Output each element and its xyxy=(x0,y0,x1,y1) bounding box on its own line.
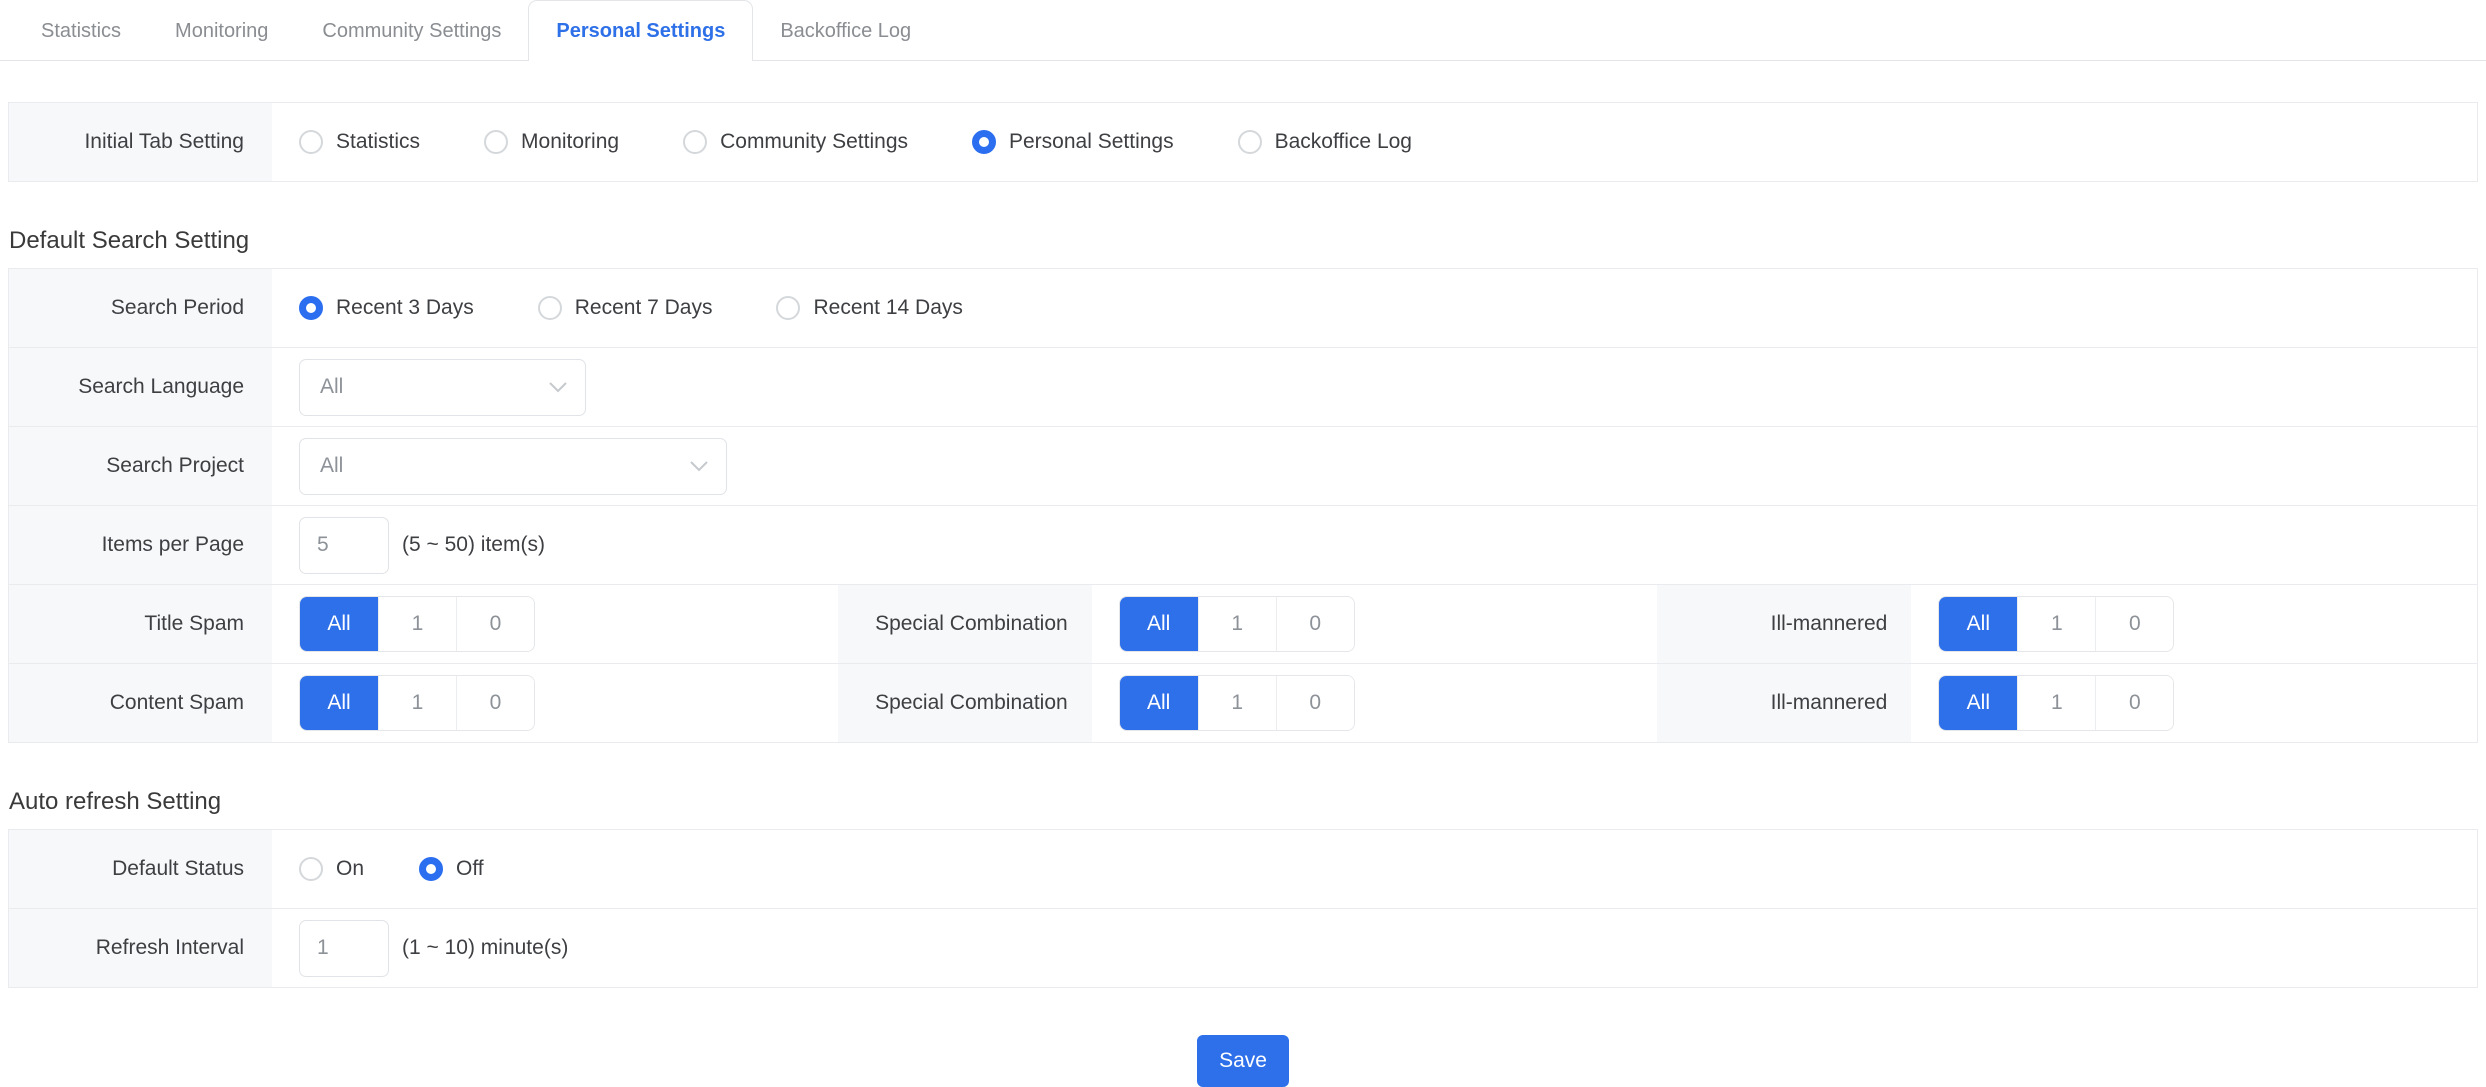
content-spam-1-button[interactable]: 1 xyxy=(378,676,456,730)
tab-statistics[interactable]: Statistics xyxy=(14,1,148,61)
tab-community-settings[interactable]: Community Settings xyxy=(295,1,528,61)
tab-backoffice-log[interactable]: Backoffice Log xyxy=(753,1,938,61)
default-search-setting-table: Search Period Recent 3 Days Recent 7 Day… xyxy=(8,268,2478,743)
title-spam-0-button[interactable]: 0 xyxy=(456,597,534,651)
default-search-setting-title: Default Search Setting xyxy=(9,227,2478,255)
title-special-combination-0-button[interactable]: 0 xyxy=(1276,597,1354,651)
search-language-select[interactable]: All xyxy=(299,359,586,416)
save-button[interactable]: Save xyxy=(1197,1035,1289,1087)
radio-circle-icon xyxy=(683,130,707,154)
content-spam-label: Content Spam xyxy=(9,664,272,742)
content-special-combination-1-button[interactable]: 1 xyxy=(1198,676,1276,730)
content-spam-toggle: All 1 0 xyxy=(299,675,535,731)
radio-circle-icon xyxy=(538,296,562,320)
radio-circle-icon xyxy=(484,130,508,154)
chevron-down-icon xyxy=(549,382,567,393)
title-ill-mannered-1-button[interactable]: 1 xyxy=(2017,597,2095,651)
radio-circle-icon xyxy=(1238,130,1262,154)
items-per-page-hint: (5 ~ 50) item(s) xyxy=(402,533,545,557)
auto-refresh-setting-title: Auto refresh Setting xyxy=(9,788,2478,816)
radio-status-off[interactable]: Off xyxy=(419,857,484,881)
title-spam-label: Title Spam xyxy=(9,585,272,663)
row-refresh-interval: Refresh Interval (1 ~ 10) minute(s) xyxy=(9,909,2477,987)
initial-tab-setting-options: Statistics Monitoring Community Settings… xyxy=(272,103,2477,181)
search-project-value: All xyxy=(320,454,343,478)
content-spam-all-button[interactable]: All xyxy=(300,676,378,730)
save-row: Save xyxy=(8,1035,2478,1087)
items-per-page-label: Items per Page xyxy=(9,506,272,584)
content-spam-0-button[interactable]: 0 xyxy=(456,676,534,730)
tab-personal-settings[interactable]: Personal Settings xyxy=(528,0,753,61)
title-special-combination-toggle: All 1 0 xyxy=(1119,596,1355,652)
content-ill-mannered-0-button[interactable]: 0 xyxy=(2095,676,2173,730)
content-special-combination-toggle: All 1 0 xyxy=(1119,675,1355,731)
content-special-combination-label: Special Combination xyxy=(838,664,1092,742)
personal-settings-panel: Initial Tab Setting Statistics Monitorin… xyxy=(8,102,2478,1087)
radio-initial-community-settings[interactable]: Community Settings xyxy=(683,130,908,154)
row-default-status: Default Status On Off xyxy=(9,830,2477,909)
refresh-interval-label: Refresh Interval xyxy=(9,909,272,987)
content-special-combination-0-button[interactable]: 0 xyxy=(1276,676,1354,730)
title-ill-mannered-toggle: All 1 0 xyxy=(1938,596,2174,652)
initial-tab-setting-table: Initial Tab Setting Statistics Monitorin… xyxy=(8,102,2478,182)
radio-circle-icon xyxy=(776,296,800,320)
radio-initial-statistics[interactable]: Statistics xyxy=(299,130,420,154)
refresh-interval-input[interactable] xyxy=(299,920,389,977)
items-per-page-input[interactable] xyxy=(299,517,389,574)
radio-checked-icon xyxy=(972,130,996,154)
row-search-language: Search Language All xyxy=(9,348,2477,427)
auto-refresh-setting-table: Default Status On Off Refresh Interval (… xyxy=(8,829,2478,988)
default-status-label: Default Status xyxy=(9,830,272,908)
row-initial-tab-setting: Initial Tab Setting Statistics Monitorin… xyxy=(9,103,2477,181)
radio-initial-monitoring[interactable]: Monitoring xyxy=(484,130,619,154)
title-special-combination-all-button[interactable]: All xyxy=(1120,597,1198,651)
title-special-combination-label: Special Combination xyxy=(838,585,1092,663)
title-special-combination-1-button[interactable]: 1 xyxy=(1198,597,1276,651)
radio-initial-personal-settings[interactable]: Personal Settings xyxy=(972,130,1174,154)
search-language-value: All xyxy=(320,375,343,399)
radio-circle-icon xyxy=(299,857,323,881)
content-ill-mannered-all-button[interactable]: All xyxy=(1939,676,2017,730)
content-ill-mannered-1-button[interactable]: 1 xyxy=(2017,676,2095,730)
title-spam-all-button[interactable]: All xyxy=(300,597,378,651)
row-search-project: Search Project All xyxy=(9,427,2477,506)
title-ill-mannered-label: Ill-mannered xyxy=(1657,585,1911,663)
radio-recent-14-days[interactable]: Recent 14 Days xyxy=(776,296,962,320)
radio-recent-7-days[interactable]: Recent 7 Days xyxy=(538,296,713,320)
radio-checked-icon xyxy=(299,296,323,320)
initial-tab-setting-label: Initial Tab Setting xyxy=(9,103,272,181)
title-spam-1-button[interactable]: 1 xyxy=(378,597,456,651)
title-ill-mannered-0-button[interactable]: 0 xyxy=(2095,597,2173,651)
title-spam-toggle: All 1 0 xyxy=(299,596,535,652)
row-title-spam: Title Spam All 1 0 Special Combination A… xyxy=(9,585,2477,664)
search-project-label: Search Project xyxy=(9,427,272,505)
radio-status-on[interactable]: On xyxy=(299,857,364,881)
search-period-label: Search Period xyxy=(9,269,272,347)
row-items-per-page: Items per Page (5 ~ 50) item(s) xyxy=(9,506,2477,585)
search-project-select[interactable]: All xyxy=(299,438,727,495)
chevron-down-icon xyxy=(690,461,708,472)
tab-monitoring[interactable]: Monitoring xyxy=(148,1,295,61)
search-language-label: Search Language xyxy=(9,348,272,426)
refresh-interval-hint: (1 ~ 10) minute(s) xyxy=(402,936,568,960)
content-ill-mannered-toggle: All 1 0 xyxy=(1938,675,2174,731)
title-ill-mannered-all-button[interactable]: All xyxy=(1939,597,2017,651)
radio-recent-3-days[interactable]: Recent 3 Days xyxy=(299,296,474,320)
row-content-spam: Content Spam All 1 0 Special Combination… xyxy=(9,664,2477,742)
content-ill-mannered-label: Ill-mannered xyxy=(1657,664,1911,742)
radio-circle-icon xyxy=(299,130,323,154)
tab-bar: Statistics Monitoring Community Settings… xyxy=(0,0,2486,61)
radio-checked-icon xyxy=(419,857,443,881)
row-search-period: Search Period Recent 3 Days Recent 7 Day… xyxy=(9,269,2477,348)
radio-initial-backoffice-log[interactable]: Backoffice Log xyxy=(1238,130,1412,154)
content-special-combination-all-button[interactable]: All xyxy=(1120,676,1198,730)
